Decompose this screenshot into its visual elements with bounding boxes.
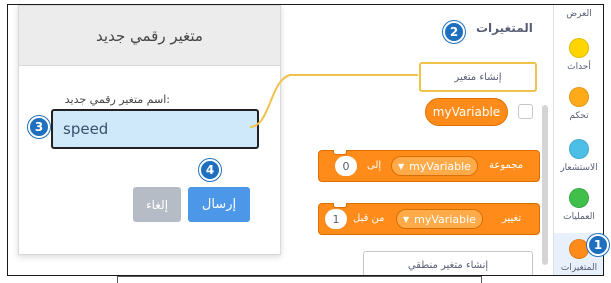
variable-name-label: :اسم متغير رقمي جديد [64, 93, 170, 106]
category-label: أحداث [567, 62, 591, 72]
sensing-dot-icon [569, 139, 589, 159]
category-control[interactable]: تحكم [554, 87, 603, 121]
category-label: العرض [566, 9, 592, 19]
make-boolean-button[interactable]: إنشاء متغير منطقي [363, 251, 533, 275]
set-dropdown-value: myVariable [409, 159, 471, 173]
set-value-input[interactable]: 0 [335, 156, 357, 176]
make-variable-button[interactable]: إنشاء متغير [419, 62, 537, 92]
change-variable-dropdown[interactable]: ▼ myVariable [396, 209, 483, 229]
category-sensing[interactable]: الاستشعار [554, 139, 603, 173]
block-notch [333, 150, 347, 155]
change-variable-block[interactable]: 1 من قبل ▼ myVariable تغيير [318, 203, 540, 235]
dialog-header: متغير رقمي جديد [19, 6, 280, 66]
submit-button[interactable]: إرسال [188, 187, 250, 222]
change-value-input[interactable]: 1 [325, 209, 347, 229]
callout-badge-2: 2 [443, 21, 465, 43]
change-label: تغيير [502, 213, 522, 224]
variable-reporter-block[interactable]: myVariable [425, 98, 508, 126]
bottom-strip [117, 276, 482, 283]
variable-checkbox[interactable] [518, 104, 533, 119]
category-label: المتغيرات [560, 263, 598, 273]
palette-title: المتغيرات [476, 21, 533, 35]
set-variable-block[interactable]: 0 إلى ▼ myVariable مجموعة [318, 150, 540, 182]
editor-frame: متغير رقمي جديد :اسم متغير رقمي جديد spe… [7, 4, 604, 276]
set-label: مجموعة [489, 160, 524, 171]
cancel-button[interactable]: إلغاء [133, 187, 181, 222]
callout-badge-4: 4 [199, 159, 221, 181]
variable-name-input[interactable]: speed [51, 109, 259, 149]
block-notch [333, 203, 347, 208]
category-events[interactable]: أحداث [554, 38, 603, 72]
callout-badge-1: 1 [587, 234, 609, 256]
events-dot-icon [569, 38, 589, 58]
category-label: تحكم [569, 111, 589, 121]
new-variable-dialog: متغير رقمي جديد :اسم متغير رقمي جديد spe… [18, 5, 281, 255]
change-dropdown-value: myVariable [414, 212, 476, 226]
category-looks[interactable]: العرض [554, 9, 603, 19]
category-label: العمليات [563, 212, 595, 222]
chevron-down-icon: ▼ [403, 214, 410, 224]
set-variable-dropdown[interactable]: ▼ myVariable [391, 156, 478, 176]
palette-scrollbar[interactable] [542, 105, 548, 265]
dialog-title: متغير رقمي جديد [96, 26, 203, 45]
operators-dot-icon [569, 188, 589, 208]
variables-dot-icon [569, 239, 589, 259]
control-dot-icon [569, 87, 589, 107]
change-by-label: من قبل [353, 213, 385, 224]
category-operators[interactable]: العمليات [554, 188, 603, 222]
callout-badge-3: 3 [28, 116, 50, 138]
set-to-label: إلى [367, 160, 382, 171]
category-label: الاستشعار [560, 163, 598, 173]
chevron-down-icon: ▼ [398, 161, 405, 171]
